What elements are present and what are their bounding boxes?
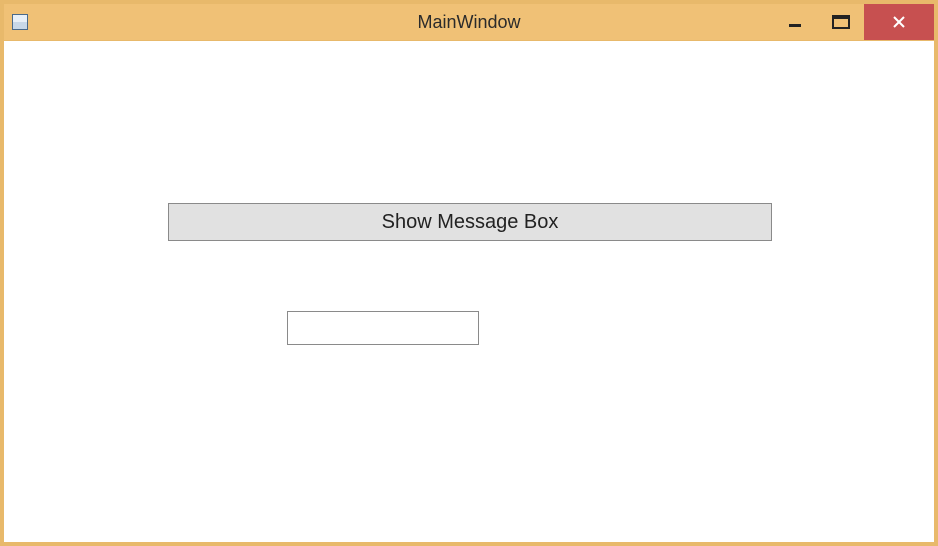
close-icon — [892, 15, 906, 29]
show-message-box-button[interactable]: Show Message Box — [168, 203, 772, 241]
maximize-button[interactable] — [818, 4, 864, 40]
text-input[interactable] — [287, 311, 479, 345]
window-control-buttons — [772, 4, 934, 40]
client-area: Show Message Box — [4, 40, 934, 542]
close-button[interactable] — [864, 4, 934, 40]
titlebar[interactable]: MainWindow — [4, 4, 934, 40]
app-icon — [12, 14, 28, 30]
minimize-icon — [788, 15, 802, 29]
maximize-icon — [832, 15, 850, 29]
main-window: MainWindow Show Message Box — [0, 0, 938, 546]
minimize-button[interactable] — [772, 4, 818, 40]
